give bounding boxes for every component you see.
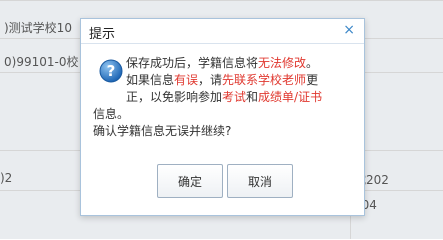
message-text: 。	[306, 56, 319, 70]
message-line-3: 正，以免影响参加考试和成绩单/证书	[126, 89, 356, 106]
message-text: 如果信息	[126, 73, 175, 87]
cancel-button[interactable]: 取消	[227, 164, 293, 198]
dialog-title: 提示	[89, 27, 116, 42]
warning-text: 考试	[222, 90, 247, 104]
bg-cell: )2	[0, 171, 13, 185]
svg-text:?: ?	[107, 62, 116, 80]
warning-text: 有误	[174, 73, 199, 87]
divider	[0, 0, 443, 1]
warning-text: 无法修改	[258, 56, 307, 70]
close-icon[interactable]: ×	[343, 22, 355, 38]
message-text: ，请	[198, 73, 223, 87]
message-text: 正，以免影响参加	[126, 90, 223, 104]
message-line-1: 保存成功后，学籍信息将无法修改。	[126, 55, 356, 72]
warning-text: 成绩单/证书	[258, 90, 323, 104]
message-text: 更	[306, 73, 319, 87]
confirm-dialog: 提示 × ? 保存成功后，学籍信息将无法修改。 如果信息有误，请先联系学校老师更…	[80, 18, 365, 216]
dialog-header: 提示 ×	[81, 19, 364, 44]
dialog-message: 保存成功后，学籍信息将无法修改。 如果信息有误，请先联系学校老师更 正，以免影响…	[126, 55, 356, 106]
question-icon: ?	[99, 59, 123, 83]
message-text: 和	[246, 90, 259, 104]
message-line-4: 信息。	[93, 107, 130, 121]
message-text: 保存成功后，学籍信息将	[126, 56, 259, 70]
message-line-5: 确认学籍信息无误并继续?	[93, 124, 232, 138]
confirm-button[interactable]: 确定	[157, 164, 223, 198]
message-line-2: 如果信息有误，请先联系学校老师更	[126, 72, 356, 89]
warning-text: 先联系学校老师	[222, 73, 307, 87]
